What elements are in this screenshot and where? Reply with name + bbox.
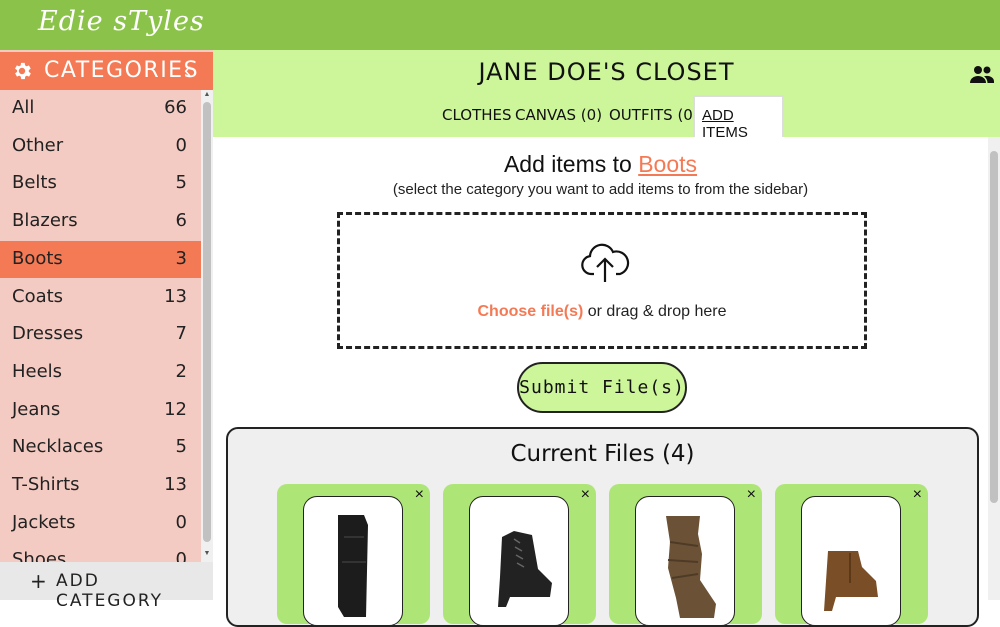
sidebar-item-label: Jackets [12, 511, 76, 533]
add-items-heading: Add items to Boots [213, 151, 988, 178]
sidebar-item-count: 12 [164, 398, 187, 420]
file-thumbnail[interactable] [635, 496, 735, 626]
sidebar-item-label: Belts [12, 172, 57, 194]
category-list: All 66 Other 0 Belts 5 Blazers 6 Boots 3 Coats 13 Dr… [0, 90, 201, 562]
sidebar-item-count: 6 [175, 210, 187, 232]
add-items-panel: Add items to Boots (select the category … [213, 137, 1000, 627]
sidebar-scrollbar[interactable]: ▲ ▼ [201, 90, 213, 562]
sidebar-title: CATEGORIES [44, 58, 200, 83]
scroll-up-arrow-icon[interactable]: ▲ [203, 91, 211, 98]
choose-files-link[interactable]: Choose file(s) [478, 303, 584, 320]
sidebar-item-other[interactable]: Other 0 [0, 128, 201, 165]
file-card: × [609, 484, 762, 626]
top-bar: Edie sTyles [0, 0, 1000, 50]
current-files-panel: Current Files (4) × × × × [226, 427, 979, 627]
sidebar-header: CATEGORIES ‹ [0, 52, 213, 90]
sidebar-item-count: 66 [164, 97, 187, 118]
sidebar-item-belts[interactable]: Belts 5 [0, 165, 201, 202]
sidebar-item-count: 2 [175, 360, 187, 382]
sidebar-scroll-thumb[interactable] [203, 102, 211, 542]
sidebar-item-count: 5 [175, 436, 187, 458]
category-sidebar: CATEGORIES ‹ All 66 Other 0 Belts 5 Blazers 6 Bo… [0, 50, 213, 611]
sidebar-item-blazers[interactable]: Blazers 6 [0, 203, 201, 240]
users-icon[interactable] [970, 64, 994, 84]
sidebar-item-label: All [12, 97, 35, 118]
app-logo[interactable]: Edie sTyles [38, 6, 205, 37]
sidebar-item-jeans[interactable]: Jeans 12 [0, 392, 201, 429]
sidebar-item-count: 0 [175, 549, 187, 562]
sidebar-item-count: 3 [175, 247, 187, 269]
sidebar-item-count: 5 [175, 172, 187, 194]
drop-hint: or drag & drop here [583, 303, 727, 320]
scroll-down-arrow-icon[interactable]: ▼ [203, 550, 211, 557]
brown-ankle-boot-icon [824, 551, 878, 611]
sidebar-item-all[interactable]: All 66 [0, 90, 201, 127]
sidebar-item-boots[interactable]: Boots 3 [0, 240, 201, 278]
main-scrollbar[interactable] [988, 137, 1000, 600]
tab-add-items-label: ADD ITEMS [702, 107, 748, 141]
sidebar-item-shoes[interactable]: Shoes 0 [0, 542, 201, 562]
cloud-upload-icon [581, 243, 630, 282]
gear-icon[interactable] [11, 60, 33, 82]
remove-file-button[interactable]: × [913, 486, 922, 504]
file-thumbnail[interactable] [801, 496, 901, 626]
selected-category-link[interactable]: Boots [638, 151, 697, 177]
sidebar-item-label: Blazers [12, 210, 78, 232]
sidebar-item-necklaces[interactable]: Necklaces 5 [0, 429, 201, 466]
sidebar-item-label: Jeans [12, 398, 61, 420]
brown-slouch-boot-icon [666, 516, 716, 618]
page-title: JANE DOE'S CLOSET [478, 58, 735, 86]
sidebar-item-label: Boots [12, 247, 63, 269]
sidebar-item-label: Shoes [12, 549, 67, 562]
plus-icon: + [30, 569, 49, 593]
sidebar-item-label: Dresses [12, 323, 84, 345]
sidebar-item-count: 13 [164, 474, 187, 495]
sidebar-item-count: 0 [175, 511, 187, 533]
file-card: × [775, 484, 928, 626]
sidebar-item-dresses[interactable]: Dresses 7 [0, 316, 201, 353]
sidebar-item-label: Coats [12, 285, 64, 307]
current-files-title: Current Files (4) [510, 441, 695, 467]
sidebar-item-label: Heels [12, 360, 63, 382]
remove-file-button[interactable]: × [415, 486, 424, 504]
dropzone-text: Choose file(s) or drag & drop here [340, 303, 864, 321]
collapse-sidebar-button[interactable]: ‹ [184, 57, 191, 83]
file-dropzone[interactable]: Choose file(s) or drag & drop here [337, 212, 867, 349]
sidebar-item-label: Necklaces [12, 436, 104, 458]
file-thumbnail[interactable] [469, 496, 569, 626]
main-scroll-thumb[interactable] [990, 151, 998, 503]
tall-black-boot-icon [338, 515, 368, 617]
black-lace-up-boot-icon [498, 531, 552, 607]
sidebar-item-count: 0 [175, 134, 187, 156]
file-card: × [443, 484, 596, 626]
sidebar-item-label: T-Shirts [12, 474, 80, 495]
remove-file-button[interactable]: × [581, 486, 590, 504]
closet-header: JANE DOE'S CLOSET CLOTHES CANVAS (0) OUT… [213, 50, 1000, 141]
sidebar-item-coats[interactable]: Coats 13 [0, 279, 201, 316]
add-items-heading-text: Add items to [503, 151, 639, 177]
sidebar-item-heels[interactable]: Heels 2 [0, 354, 201, 391]
add-category-button[interactable]: + ADD CATEGORY [0, 562, 213, 611]
sidebar-item-jackets[interactable]: Jackets 0 [0, 505, 201, 542]
tab-canvas[interactable]: CANVAS (0) [515, 106, 602, 124]
sidebar-item-count: 13 [164, 285, 187, 307]
tab-clothes[interactable]: CLOTHES [442, 106, 512, 124]
file-card: × [277, 484, 430, 626]
add-items-instructions: (select the category you want to add ite… [392, 181, 809, 198]
tab-outfits[interactable]: OUTFITS (0) [609, 106, 699, 124]
sidebar-item-label: Other [12, 134, 64, 156]
remove-file-button[interactable]: × [747, 486, 756, 504]
sidebar-item-count: 7 [175, 323, 187, 345]
tab-add-items[interactable]: ADD ITEMS [693, 95, 784, 141]
submit-files-button[interactable]: Submit File(s) [517, 362, 687, 413]
add-category-label: ADD CATEGORY [56, 571, 163, 611]
file-thumbnail[interactable] [303, 496, 403, 626]
sidebar-item-t-shirts[interactable]: T-Shirts 13 [0, 467, 201, 504]
